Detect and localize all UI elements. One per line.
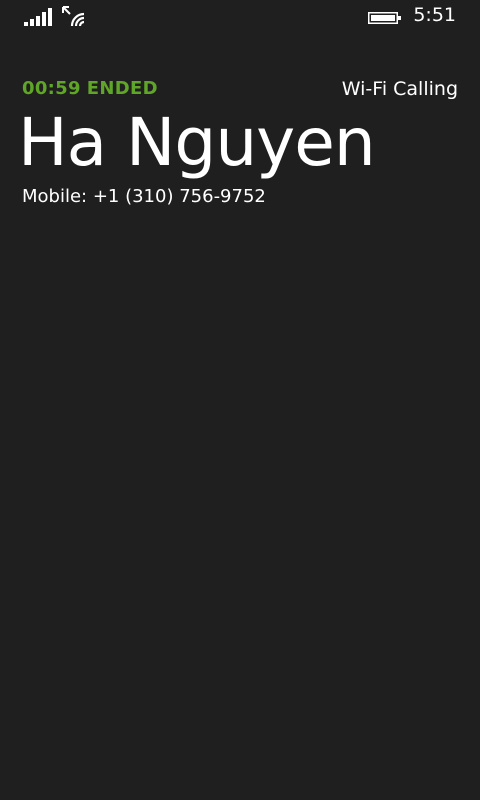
call-ended-screen: 5:51 00:59 ENDED Wi-Fi Calling Ha Nguyen … <box>0 0 480 800</box>
signal-bars-icon <box>24 8 52 26</box>
call-status: 00:59 ENDED <box>22 78 158 99</box>
battery-icon <box>368 12 401 24</box>
call-state: ENDED <box>86 78 158 99</box>
wifi-calling-icon <box>62 6 85 26</box>
call-duration: 00:59 <box>22 78 81 99</box>
status-clock: 5:51 <box>413 4 456 26</box>
status-bar: 5:51 <box>0 0 480 36</box>
contact-name: Ha Nguyen <box>18 104 376 181</box>
wifi-calling-label: Wi-Fi Calling <box>341 78 458 100</box>
contact-phone-number[interactable]: Mobile: +1 (310) 756-9752 <box>22 186 266 207</box>
